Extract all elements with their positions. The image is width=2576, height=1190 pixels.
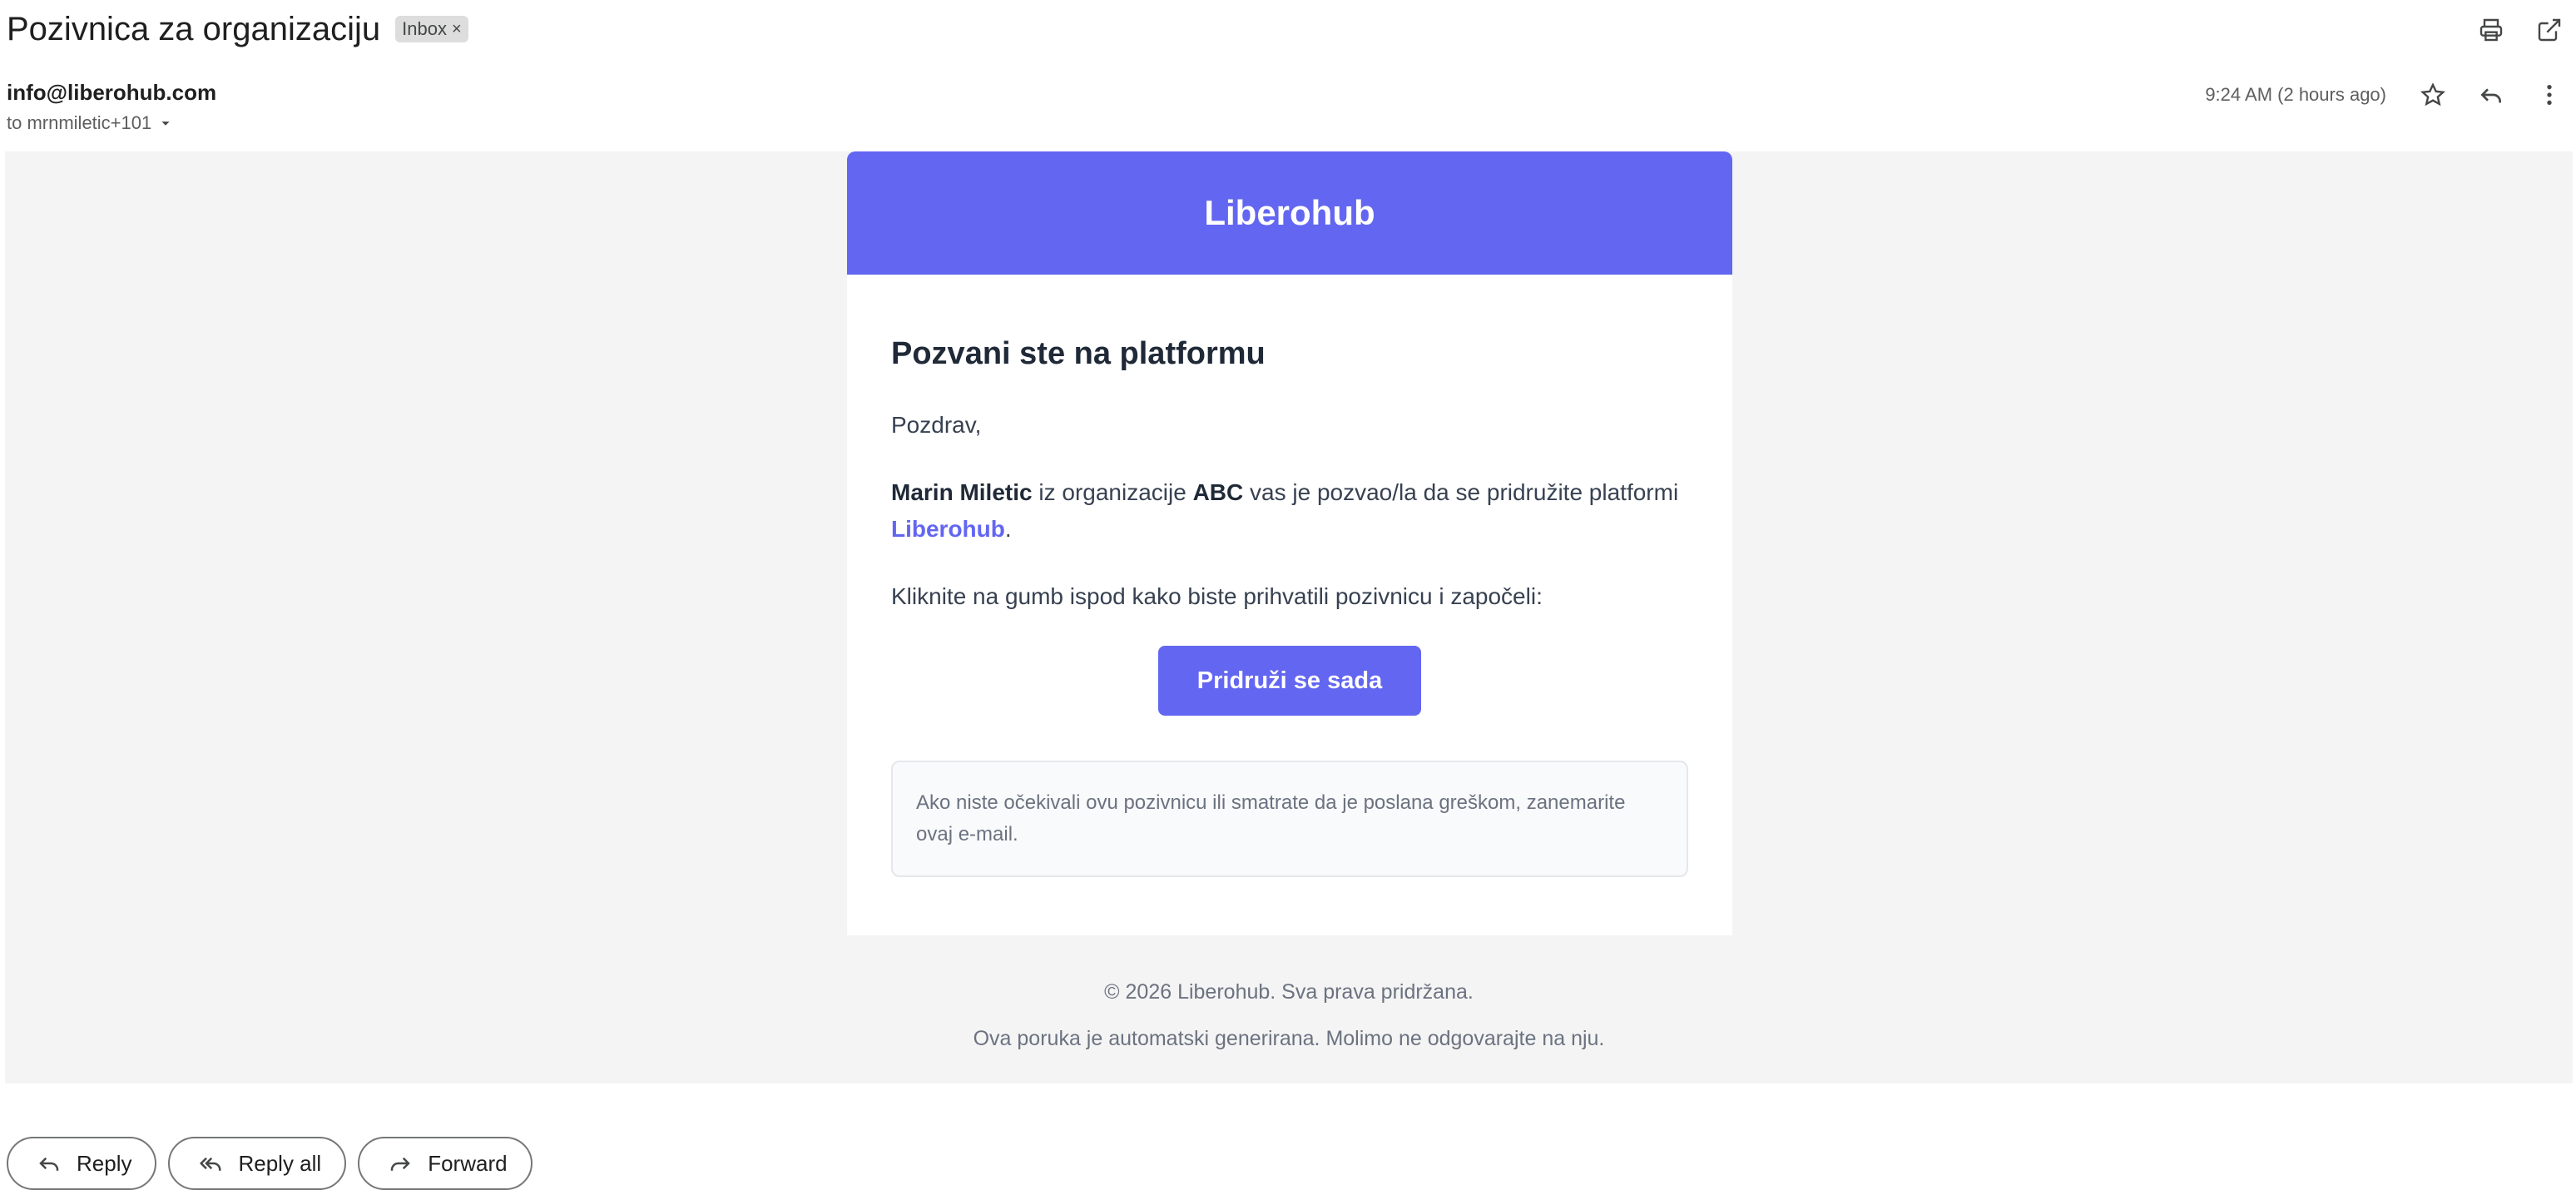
reply-all-label: Reply all: [238, 1150, 322, 1176]
caret-down-icon[interactable]: [156, 114, 175, 132]
cta-wrap: Pridruži se sada: [891, 646, 1688, 716]
instruction-text: Kliknite na gumb ispod kako biste prihva…: [891, 583, 1543, 609]
card-body: Pozvani ste na platformu Pozdrav, Marin …: [847, 275, 1732, 935]
more-vertical-icon[interactable]: [2534, 80, 2564, 110]
email-body-canvas: Liberohub Pozvani ste na platformu Pozdr…: [5, 151, 2573, 1083]
timestamp: 9:24 AM (2 hours ago): [2205, 84, 2386, 105]
invitation-text: Marin Miletic iz organizacije ABC vas je…: [891, 474, 1688, 548]
top-toolbar: [2476, 15, 2564, 45]
org-name: ABC: [1192, 479, 1244, 505]
reply-all-icon: [200, 1157, 221, 1171]
greeting: Pozdrav,: [891, 412, 982, 438]
ignore-notice: Ako niste očekivali ovu pozivnicu ili sm…: [891, 761, 1688, 877]
message-meta: 9:24 AM (2 hours ago): [2205, 80, 2564, 110]
reply-button[interactable]: Reply: [7, 1137, 157, 1190]
inviter-name: Marin Miletic: [891, 479, 1033, 505]
text-invited: vas je pozvao/la da se pridružite platfo…: [1243, 479, 1679, 505]
recipient-row[interactable]: to mrnmiletic+101: [7, 112, 216, 134]
sender-email[interactable]: info@liberohub.com: [7, 80, 216, 106]
inbox-label-text: Inbox: [402, 18, 447, 39]
recipient-text: to mrnmiletic+101: [7, 112, 152, 133]
text-from-org: iz organizacije: [1032, 479, 1193, 505]
email-card: Liberohub Pozvani ste na platformu Pozdr…: [847, 151, 1732, 935]
card-header: Liberohub: [847, 151, 1732, 275]
forward-label: Forward: [428, 1150, 508, 1176]
open-in-new-window-icon[interactable]: [2534, 15, 2564, 45]
forward-button[interactable]: Forward: [358, 1137, 533, 1190]
brand-title: Liberohub: [1204, 193, 1375, 232]
email-subject: Pozivnica za organizaciju: [7, 10, 381, 47]
inbox-label-chip[interactable]: Inbox ×: [395, 16, 468, 42]
join-now-button[interactable]: Pridruži se sada: [1158, 646, 1421, 716]
reply-label: Reply: [77, 1150, 132, 1176]
footer-copyright: © 2026 Liberohub. Sva prava pridržana.: [1104, 980, 1474, 1004]
reply-icon: [39, 1157, 59, 1171]
forward-icon: [390, 1157, 410, 1171]
reply-all-button[interactable]: Reply all: [168, 1137, 347, 1190]
reply-icon[interactable]: [2476, 80, 2506, 110]
remove-label-icon[interactable]: ×: [452, 20, 462, 39]
period: .: [1004, 516, 1012, 542]
sender-block: info@liberohub.com to mrnmiletic+101: [7, 80, 216, 134]
print-icon[interactable]: [2476, 15, 2506, 45]
message-actions: Reply Reply all Forward: [7, 1137, 533, 1190]
star-icon[interactable]: [2418, 80, 2448, 110]
invitation-heading: Pozvani ste na platformu: [891, 336, 1266, 371]
footer-auto-generated: Ova poruka je automatski generirana. Mol…: [973, 1027, 1605, 1050]
platform-link[interactable]: Liberohub: [891, 516, 1005, 542]
subject-row: Pozivnica za organizaciju Inbox ×: [7, 8, 468, 50]
